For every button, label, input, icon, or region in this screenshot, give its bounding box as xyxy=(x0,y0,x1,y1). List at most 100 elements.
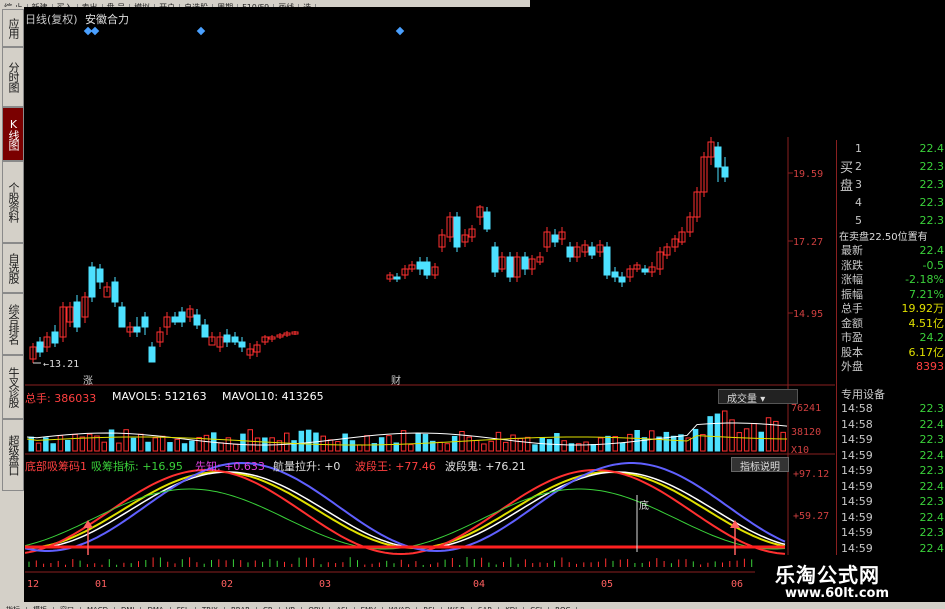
volume-bar-88 xyxy=(670,435,677,452)
left-tab-0[interactable]: 应用 xyxy=(2,9,24,47)
volume-bar-98 xyxy=(743,428,750,452)
candle-body-54 xyxy=(521,256,529,270)
quote-row-2: 涨幅 -2.18% xyxy=(841,273,944,286)
volume-bar-65 xyxy=(503,441,509,452)
candle-body-23 xyxy=(201,324,209,338)
x-axis-label-1: 01 xyxy=(95,579,107,590)
volume-bar-93 xyxy=(707,416,713,452)
tick-row-4: 14:59 22.3 xyxy=(841,464,944,477)
indicator-axis-label-0: +97.12 xyxy=(793,469,829,480)
volume-bar-61 xyxy=(473,440,480,452)
watermark-url: www.60lt.com xyxy=(785,586,890,601)
volume-bar-21 xyxy=(181,443,188,452)
indicator-label-2: 先知: +0.633 xyxy=(195,460,265,473)
volume-bar-38 xyxy=(305,429,312,452)
volume-bar-81 xyxy=(619,442,626,452)
candle-body-8 xyxy=(88,266,96,298)
quote-row-0: 最新 22.4 xyxy=(841,244,944,257)
indicator-label-4: 波段王: +77.46 xyxy=(355,460,436,473)
indicator-label-1: 吸筹指标: +16.95 xyxy=(91,460,183,473)
top-toolbar: 综 止新建买入卖出盘 呈模拟开户自选股周期F10/F9画线选 xyxy=(0,0,530,7)
kline-chart-area[interactable]: 日线(复权) 安徽合力 19.59 17.27 14.95 ←13.21 涨财 76241… xyxy=(25,7,835,602)
indicator-title: 底部吸筹码1 xyxy=(25,460,87,473)
volume-bar-7 xyxy=(79,436,86,452)
volume-bar-44 xyxy=(349,440,356,452)
volume-bar-19 xyxy=(167,442,173,452)
volume-bar-5 xyxy=(65,439,71,452)
volume-bar-101 xyxy=(765,417,772,452)
volume-bar-10 xyxy=(101,441,107,452)
volume-bar-67 xyxy=(517,438,524,452)
candle-body-19 xyxy=(171,316,179,323)
volume-bar-72 xyxy=(554,433,560,452)
volume-bar-9 xyxy=(94,435,100,452)
volume-bar-96 xyxy=(729,419,735,452)
signal-diamond-1 xyxy=(90,26,100,36)
left-tab-5[interactable]: 综合排名 xyxy=(2,293,24,355)
event-mark-cai: 财 xyxy=(391,374,401,387)
volume-bar-70 xyxy=(539,437,545,452)
order-book-row-0: 1 22.4 xyxy=(841,142,944,155)
tick-row-3: 14:59 22.4 xyxy=(841,448,944,462)
candle-body-65 xyxy=(603,246,611,276)
volume-bar-13 xyxy=(123,429,129,452)
candle-body-63 xyxy=(588,246,596,256)
volume-bar-56 xyxy=(437,441,443,452)
volume-bar-95 xyxy=(722,410,728,452)
volume-bar-57 xyxy=(444,443,451,452)
left-tab-2[interactable]: K线图 xyxy=(2,107,24,161)
candle-body-6 xyxy=(73,301,81,328)
volume-bar-102 xyxy=(773,420,779,452)
x-axis-label-0: 12 xyxy=(27,579,39,590)
candle-body-41 xyxy=(423,261,431,276)
quote-row-4: 总手 19.92万 xyxy=(841,302,944,315)
candle-body-15 xyxy=(141,316,149,328)
candle-body-45 xyxy=(453,216,461,248)
candle-body-28 xyxy=(238,341,246,348)
order-book-row-4: 5 22.3 xyxy=(841,214,944,227)
volume-bar-60 xyxy=(466,436,472,452)
left-tab-1[interactable]: 分时图 xyxy=(2,47,24,107)
volume-bar-89 xyxy=(678,434,684,452)
indicator-help-button[interactable]: 指标说明 xyxy=(731,457,789,473)
indicator-blue-line xyxy=(25,461,786,553)
volume-bar-18 xyxy=(159,435,166,452)
order-book-row-2: 3 22.3 xyxy=(841,178,944,191)
candle-body-12 xyxy=(118,306,126,328)
left-tab-3[interactable]: 个股资料 xyxy=(2,161,24,243)
candle-body-26 xyxy=(223,334,231,343)
volume-bar-62 xyxy=(481,443,487,452)
volume-bar-73 xyxy=(561,440,567,452)
volume-bar-1 xyxy=(35,442,42,452)
left-tab-7[interactable]: 超级盘口 xyxy=(2,419,24,491)
quote-row-5: 金额 4.51亿 xyxy=(841,316,944,330)
volume-bar-66 xyxy=(510,434,516,452)
event-mark-zhang: 涨 xyxy=(83,375,93,387)
volume-bar-29 xyxy=(240,433,246,452)
tick-row-0: 14:58 22.3 xyxy=(841,402,944,415)
tick-row-2: 14:59 22.3 xyxy=(841,433,944,446)
candle-body-20 xyxy=(178,311,186,323)
volume-bar-35 xyxy=(284,432,290,452)
volume-bar-16 xyxy=(145,441,151,452)
tick-row-7: 14:59 22.4 xyxy=(841,510,944,524)
order-book-row-1: 2 22.3 xyxy=(841,160,944,173)
candle-body-49 xyxy=(483,211,491,230)
sector-label: 专用设备 xyxy=(841,388,885,401)
volume-ma10-label: MAVOL10: 413265 xyxy=(222,390,324,403)
volume-bar-69 xyxy=(532,444,538,452)
candle-body-27 xyxy=(231,336,239,343)
volume-bar-99 xyxy=(751,423,757,452)
candle-body-50 xyxy=(491,246,499,273)
left-tab-4[interactable]: 自选股 xyxy=(2,243,24,293)
volume-bar-76 xyxy=(583,441,589,452)
left-tab-6[interactable]: 牛叉诊股 xyxy=(2,355,24,419)
volume-bar-42 xyxy=(335,441,341,452)
watermark-logo: 乐淘公式网 www.60lt.com xyxy=(755,555,945,607)
signal-diamond-2 xyxy=(196,26,206,36)
volume-bar-92 xyxy=(700,434,706,452)
volume-bar-17 xyxy=(152,437,159,452)
volume-bar-53 xyxy=(415,433,421,452)
volume-axis-label-0: 76241 xyxy=(791,403,821,414)
volume-dropdown[interactable]: 成交量 ▾ xyxy=(718,389,798,405)
